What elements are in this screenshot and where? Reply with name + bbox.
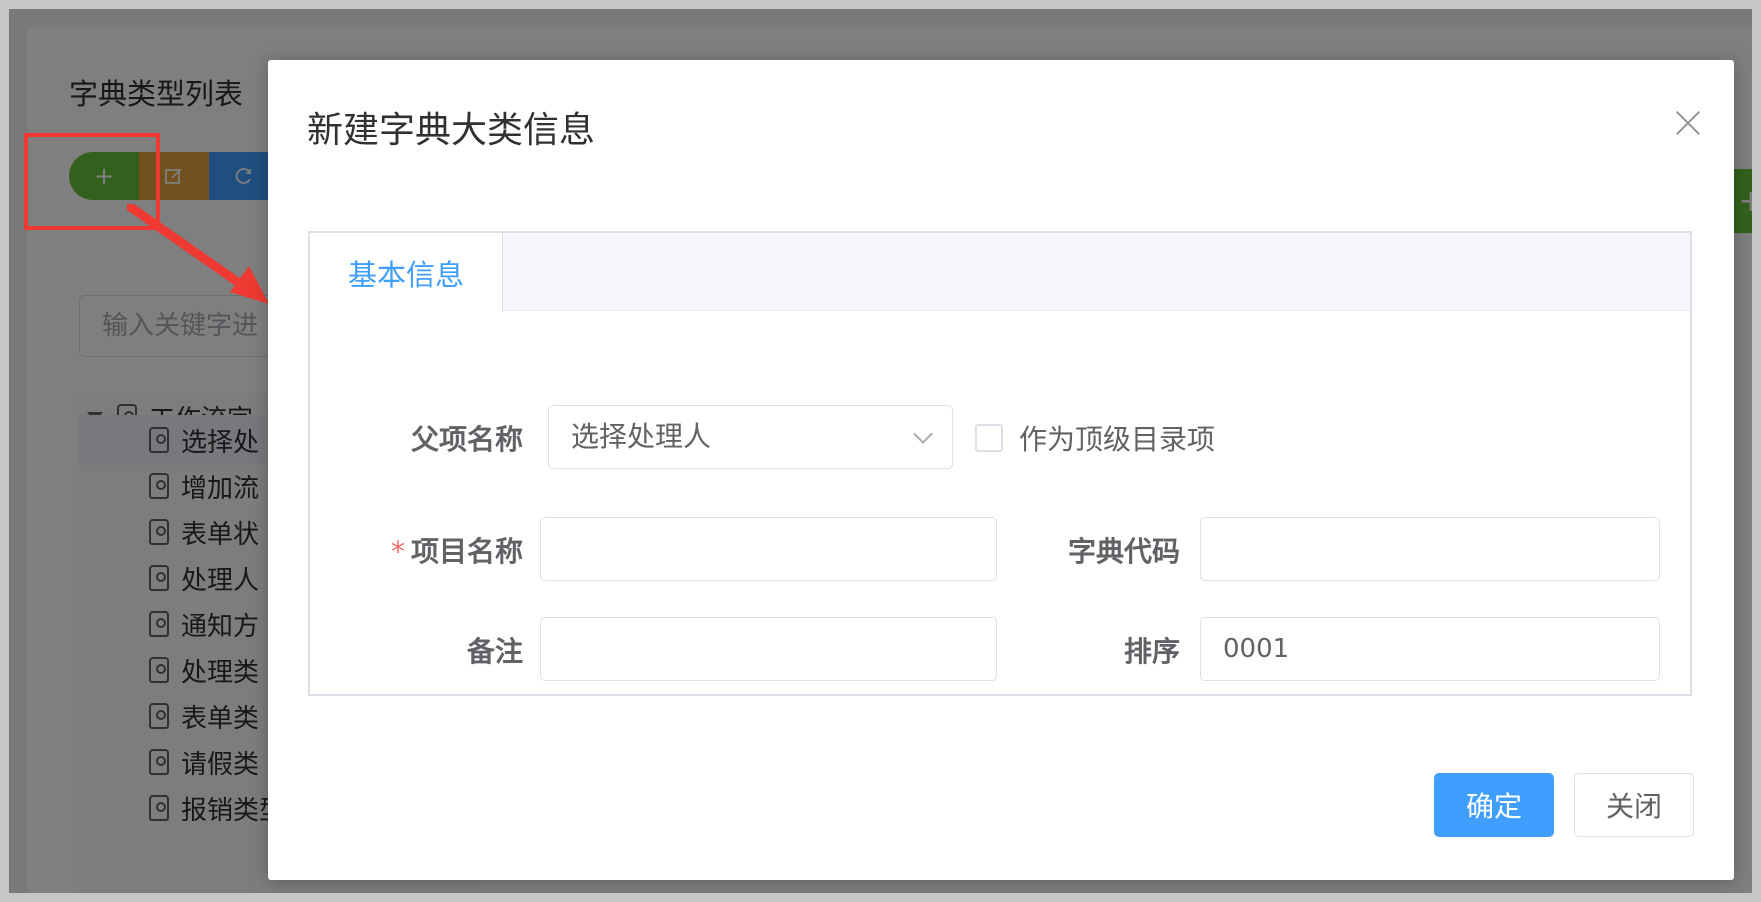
dialog-title: 新建字典大类信息: [307, 110, 596, 151]
screenshot-frame: 字典类型列表 + 输入关键字进 工作流字 选择处 增加流 表单状 处: [0, 0, 1761, 902]
close-icon[interactable]: [1666, 101, 1710, 145]
tab-basic-info[interactable]: 基本信息: [310, 233, 503, 312]
parent-label: 父项名称: [410, 423, 523, 456]
top-level-checkbox-label: 作为顶级目录项: [1019, 423, 1216, 456]
chevron-down-icon: [913, 424, 933, 444]
sort-label: 排序: [1123, 635, 1180, 668]
remark-input[interactable]: [540, 617, 997, 681]
name-input[interactable]: [540, 517, 997, 581]
code-label: 字典代码: [1067, 535, 1180, 568]
parent-select[interactable]: 选择处理人: [548, 405, 953, 469]
required-marker: *: [390, 535, 405, 568]
close-button[interactable]: 关闭: [1574, 773, 1694, 837]
remark-label: 备注: [466, 635, 523, 668]
annotation-arrow: [127, 204, 269, 304]
new-dict-dialog: 新建字典大类信息 基本信息 父项名称 选择处理人 作为顶级目录项 * 项目名称 字…: [268, 60, 1734, 880]
name-label: * 项目名称: [323, 530, 523, 570]
top-level-checkbox-group[interactable]: 作为顶级目录项: [975, 418, 1215, 458]
code-input[interactable]: [1200, 517, 1660, 581]
parent-select-value: 选择处理人: [571, 420, 712, 453]
sort-input[interactable]: 0001: [1200, 617, 1660, 681]
confirm-button[interactable]: 确定: [1434, 773, 1554, 837]
top-level-checkbox[interactable]: [975, 424, 1003, 452]
tabs-header: 基本信息: [310, 233, 1690, 312]
name-label-text: 项目名称: [410, 535, 523, 568]
